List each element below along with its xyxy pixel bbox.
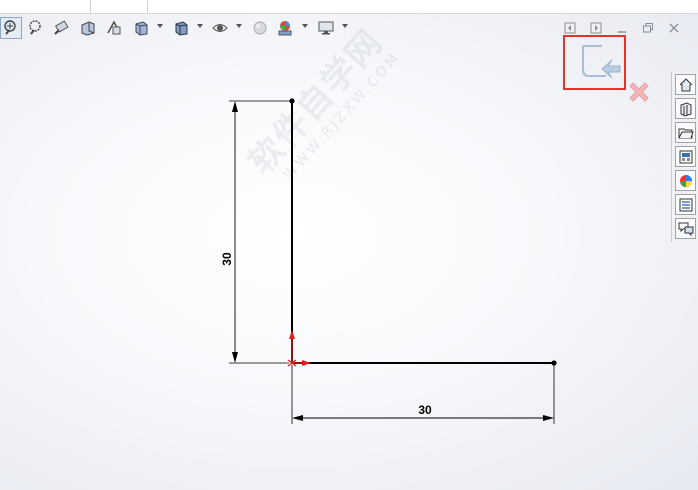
vertical-dimension-text[interactable]: 30: [220, 252, 234, 266]
origin-icon[interactable]: [287, 330, 311, 367]
graphics-area[interactable]: 软件自学网 WWW.RJZXW.COM 30 30: [0, 0, 698, 490]
vertical-dimension[interactable]: [232, 101, 238, 363]
sketch-canvas[interactable]: 30 30: [0, 0, 698, 490]
sketch-endpoint[interactable]: [289, 98, 295, 104]
sketch-endpoint[interactable]: [551, 360, 557, 366]
horizontal-dimension-text[interactable]: 30: [418, 403, 432, 417]
